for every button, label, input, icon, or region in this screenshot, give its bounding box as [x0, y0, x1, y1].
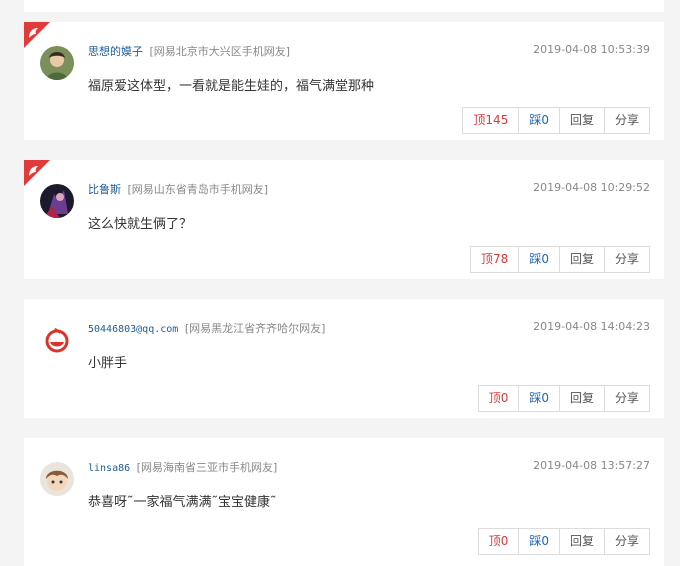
comment-time: 2019-04-08 10:53:39 [533, 43, 650, 56]
comment-card: linsa86 [网易海南省三亚市手机网友] 2019-04-08 13:57:… [24, 438, 664, 566]
comment-time: 2019-04-08 10:29:52 [533, 181, 650, 194]
avatar[interactable] [40, 323, 74, 357]
downvote-button[interactable]: 踩0 [518, 247, 559, 272]
share-button[interactable]: 分享 [603, 108, 649, 133]
comment-meta: linsa86 [网易海南省三亚市手机网友] [88, 459, 277, 475]
comment-meta: 50446803@qq.com [网易黑龙江省齐齐哈尔网友] [88, 320, 325, 336]
user-location: [网易黑龙江省齐齐哈尔网友] [184, 322, 326, 335]
hot-badge-icon [24, 22, 50, 48]
comment-actions: 顶0 踩0 回复 分享 [477, 385, 650, 412]
comment-meta: 比鲁斯 [网易山东省青岛市手机网友] [88, 181, 268, 197]
upvote-button[interactable]: 顶78 [471, 247, 518, 272]
comment-text: 这么快就生俩了？ [88, 217, 193, 232]
comment-text: 福原爱这体型，一看就是能生娃的，福气满堂那种 [88, 79, 375, 94]
avatar[interactable] [40, 46, 74, 80]
user-location: [网易海南省三亚市手机网友] [136, 461, 278, 474]
reply-button[interactable]: 回复 [558, 386, 604, 411]
upvote-button[interactable]: 顶0 [479, 386, 519, 411]
user-location: [网易山东省青岛市手机网友] [127, 183, 269, 196]
share-button[interactable]: 分享 [603, 529, 649, 554]
upvote-button[interactable]: 顶145 [463, 108, 518, 133]
comment-card: 比鲁斯 [网易山东省青岛市手机网友] 2019-04-08 10:29:52 这… [24, 160, 664, 279]
upvote-button[interactable]: 顶0 [479, 529, 519, 554]
comment-actions: 顶145 踩0 回复 分享 [462, 107, 650, 134]
share-button[interactable]: 分享 [603, 247, 649, 272]
comment-actions: 顶0 踩0 回复 分享 [477, 528, 650, 555]
comment-card: 思想的嫫子 [网易北京市大兴区手机网友] 2019-04-08 10:53:39… [24, 22, 664, 140]
comment-text: 小胖手 [88, 356, 128, 371]
comment-meta: 思想的嫫子 [网易北京市大兴区手机网友] [88, 43, 290, 59]
previous-comment-card [24, 0, 664, 12]
hot-badge-icon [24, 160, 50, 186]
comment-actions: 顶78 踩0 回复 分享 [470, 246, 650, 273]
comment-card: 50446803@qq.com [网易黑龙江省齐齐哈尔网友] 2019-04-0… [24, 299, 664, 418]
reply-button[interactable]: 回复 [558, 108, 604, 133]
reply-button[interactable]: 回复 [558, 247, 604, 272]
avatar[interactable] [40, 184, 74, 218]
downvote-button[interactable]: 踩0 [518, 386, 559, 411]
comment-time: 2019-04-08 13:57:27 [533, 459, 650, 472]
username-link[interactable]: 思想的嫫子 [88, 45, 143, 58]
share-button[interactable]: 分享 [603, 386, 649, 411]
comment-time: 2019-04-08 14:04:23 [533, 320, 650, 333]
comment-text: 恭喜呀˜一家福气满满˜宝宝健康˜ [88, 495, 277, 510]
downvote-button[interactable]: 踩0 [518, 529, 559, 554]
username-link[interactable]: 50446803@qq.com [88, 324, 178, 335]
avatar[interactable] [40, 462, 74, 496]
downvote-button[interactable]: 踩0 [518, 108, 559, 133]
reply-button[interactable]: 回复 [558, 529, 604, 554]
username-link[interactable]: linsa86 [88, 463, 130, 474]
username-link[interactable]: 比鲁斯 [88, 183, 121, 196]
user-location: [网易北京市大兴区手机网友] [149, 45, 291, 58]
